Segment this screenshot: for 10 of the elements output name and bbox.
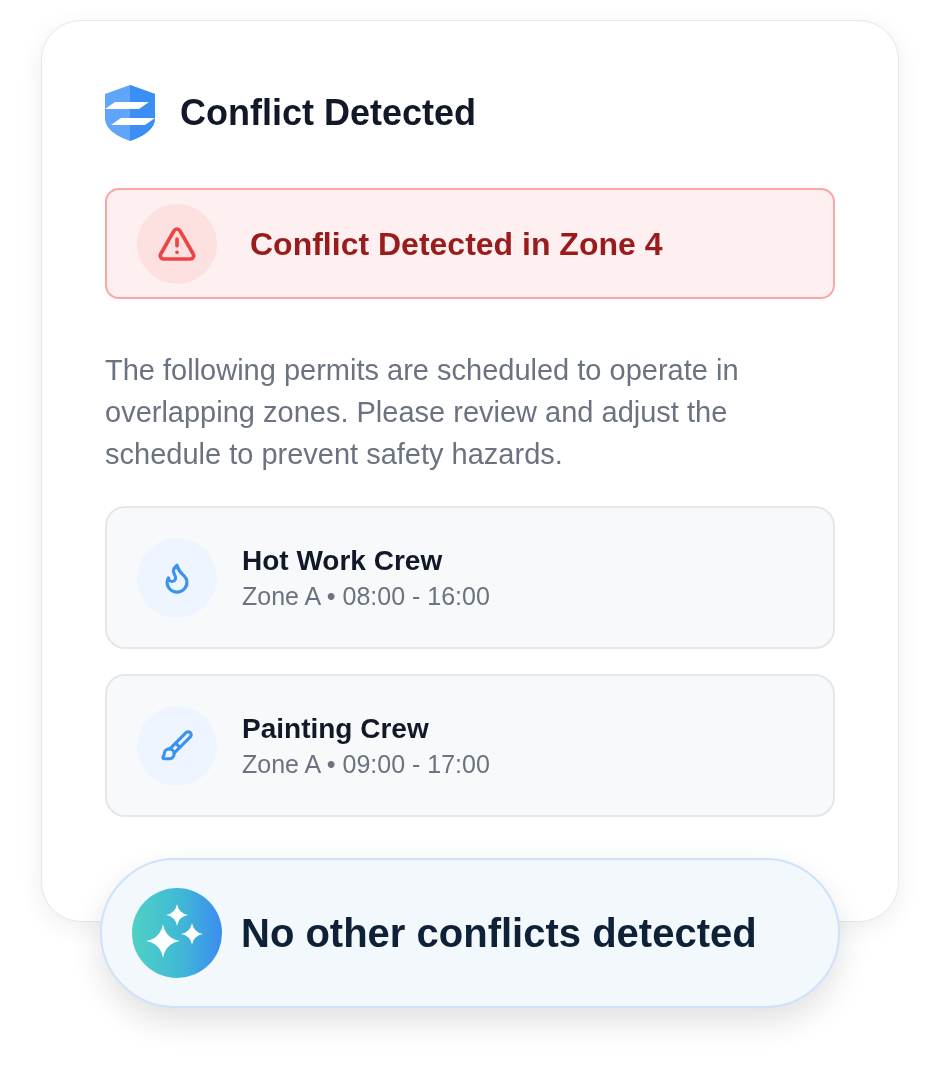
status-text: No other conflicts detected xyxy=(241,910,757,957)
permit-name: Painting Crew xyxy=(242,712,430,745)
dialog-title: Conflict Detected xyxy=(180,95,477,131)
permit-details: Zone A • 08:00 - 16:00 xyxy=(242,580,490,611)
shield-logo-icon xyxy=(105,85,155,141)
permit-details: Zone A • 09:00 - 17:00 xyxy=(242,748,490,779)
description-text: The following permits are scheduled to operate in overlapping zones. Please review and adjust the schedule to prevent safety hazards. xyxy=(105,353,740,472)
permit-name: Hot Work Crew xyxy=(242,544,444,577)
sparkles-icon xyxy=(132,888,222,978)
alert-title: Conflict Detected in Zone 4 xyxy=(250,224,663,264)
